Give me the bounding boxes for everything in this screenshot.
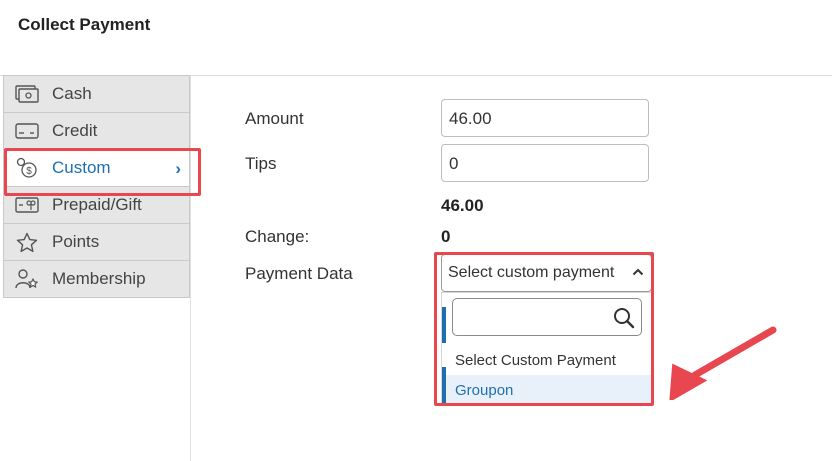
annotation-arrow-icon xyxy=(669,326,777,400)
change-label: Change: xyxy=(245,227,310,246)
sidebar-item-points[interactable]: Points xyxy=(3,224,190,261)
star-icon xyxy=(14,231,40,253)
total-value: 46.00 xyxy=(441,196,484,215)
sidebar-item-credit[interactable]: Credit xyxy=(3,113,190,150)
sidebar-item-membership[interactable]: Membership xyxy=(3,261,190,298)
sidebar-item-label: Credit xyxy=(52,121,98,140)
membership-icon xyxy=(14,268,40,290)
sidebar-item-cash[interactable]: Cash xyxy=(3,75,190,113)
annotation-highlight-dropdown xyxy=(434,252,654,406)
amount-input[interactable]: 46.00 xyxy=(441,99,649,137)
sidebar-item-label: Membership xyxy=(52,269,146,288)
page-title: Collect Payment xyxy=(18,15,151,34)
payment-data-label: Payment Data xyxy=(245,264,353,283)
credit-card-icon xyxy=(14,120,40,142)
tips-label: Tips xyxy=(245,154,277,173)
sidebar-item-label: Cash xyxy=(52,84,92,103)
gift-card-icon xyxy=(14,194,40,216)
sidebar-item-label: Prepaid/Gift xyxy=(52,195,142,214)
sidebar-item-label: Points xyxy=(52,232,100,251)
tips-input[interactable]: 0 xyxy=(441,144,649,182)
amount-label: Amount xyxy=(245,109,304,128)
cash-icon xyxy=(14,83,40,105)
change-value: 0 xyxy=(441,227,451,246)
annotation-highlight-custom xyxy=(4,148,201,196)
sidebar-divider xyxy=(190,76,191,461)
